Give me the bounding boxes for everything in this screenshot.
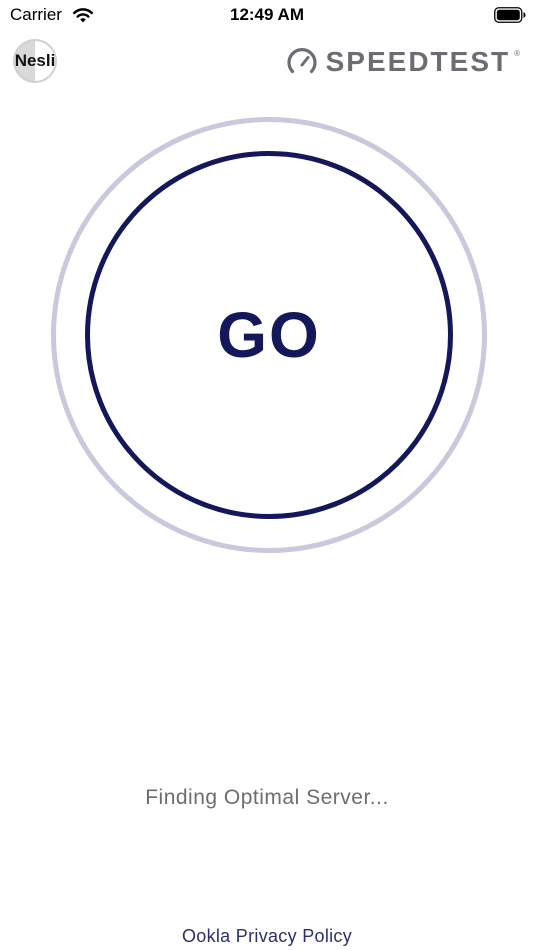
status-bar: Carrier 12:49 AM — [0, 0, 534, 32]
gauge-icon — [287, 48, 317, 74]
trademark-mark: ® — [514, 49, 520, 58]
server-status-text: Finding Optimal Server... — [145, 786, 389, 809]
avatar-label: Nesli — [14, 51, 56, 70]
go-button[interactable]: GO — [85, 151, 453, 519]
logo-text: SPEEDTEST — [325, 46, 511, 77]
battery-icon — [494, 7, 526, 23]
profile-avatar[interactable]: Nesli — [13, 39, 57, 83]
clock-time: 12:49 AM — [229, 5, 304, 24]
go-label: GO — [217, 299, 321, 371]
speedtest-logo: SPEEDTEST ® — [286, 45, 520, 79]
privacy-policy-link[interactable]: Ookla Privacy Policy — [0, 926, 534, 947]
